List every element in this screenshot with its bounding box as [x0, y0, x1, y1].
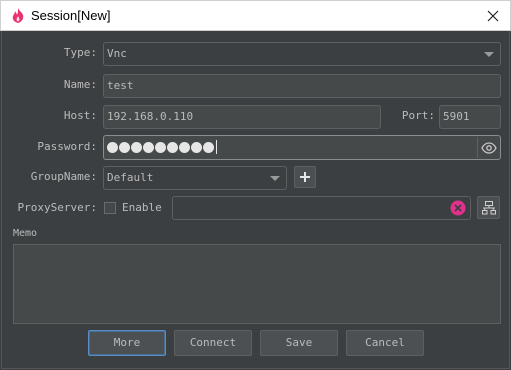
password-mask-dot: [203, 141, 214, 153]
more-button[interactable]: More: [88, 330, 166, 356]
dialog-body: Type: Vnc Name: test Host: 192.168.0.110…: [1, 31, 510, 369]
groupname-select[interactable]: Default: [103, 166, 287, 190]
type-label: Type:: [63, 46, 97, 59]
name-field[interactable]: test: [103, 74, 501, 98]
proxy-enable-label: Enable: [122, 201, 162, 214]
proxy-field[interactable]: [172, 196, 471, 220]
clear-x-icon[interactable]: [450, 200, 466, 216]
chevron-down-icon: [484, 52, 494, 57]
proxy-settings-button[interactable]: [477, 196, 500, 219]
name-value: test: [107, 79, 134, 92]
chevron-down-icon: [270, 176, 280, 181]
cancel-button[interactable]: Cancel: [346, 330, 424, 356]
name-label: Name:: [63, 78, 97, 91]
password-field[interactable]: [103, 135, 501, 160]
password-label: Password:: [37, 140, 97, 153]
close-icon: [487, 10, 499, 22]
proxy-label: ProxyServer:: [17, 201, 97, 214]
password-mask-dot: [119, 141, 130, 153]
host-field[interactable]: 192.168.0.110: [103, 105, 381, 129]
type-select[interactable]: Vnc: [103, 42, 501, 66]
password-mask-dot: [167, 141, 178, 153]
memo-label: Memo: [13, 228, 38, 239]
groupname-label: GroupName:: [30, 170, 97, 183]
port-field[interactable]: 5901: [439, 105, 501, 129]
password-mask-dot: [191, 141, 202, 153]
memo-textarea[interactable]: [13, 244, 501, 324]
password-mask-dot: [107, 141, 118, 153]
network-icon: [481, 200, 496, 214]
port-label: Port:: [401, 109, 435, 122]
password-mask-dot: [143, 141, 154, 153]
text-caret: [216, 140, 217, 154]
close-button[interactable]: [476, 1, 510, 31]
password-mask: [107, 140, 217, 154]
host-label: Host:: [63, 109, 97, 122]
show-password-button[interactable]: [477, 137, 499, 158]
connect-button[interactable]: Connect: [174, 330, 252, 356]
password-mask-dot: [131, 141, 142, 153]
add-group-button[interactable]: [294, 166, 316, 188]
window-title: Session[New]: [31, 8, 111, 23]
groupname-value: Default: [107, 171, 154, 184]
port-value: 5901: [443, 110, 470, 123]
password-mask-dot: [155, 141, 166, 153]
title-bar: Session[New]: [0, 0, 511, 31]
type-value: Vnc: [107, 47, 127, 60]
flame-logo-icon: [12, 8, 24, 23]
eye-icon: [480, 141, 497, 154]
save-button[interactable]: Save: [260, 330, 338, 356]
plus-icon: [300, 172, 310, 182]
host-value: 192.168.0.110: [107, 110, 194, 123]
password-mask-dot: [179, 141, 190, 153]
proxy-enable-checkbox[interactable]: [104, 202, 116, 214]
